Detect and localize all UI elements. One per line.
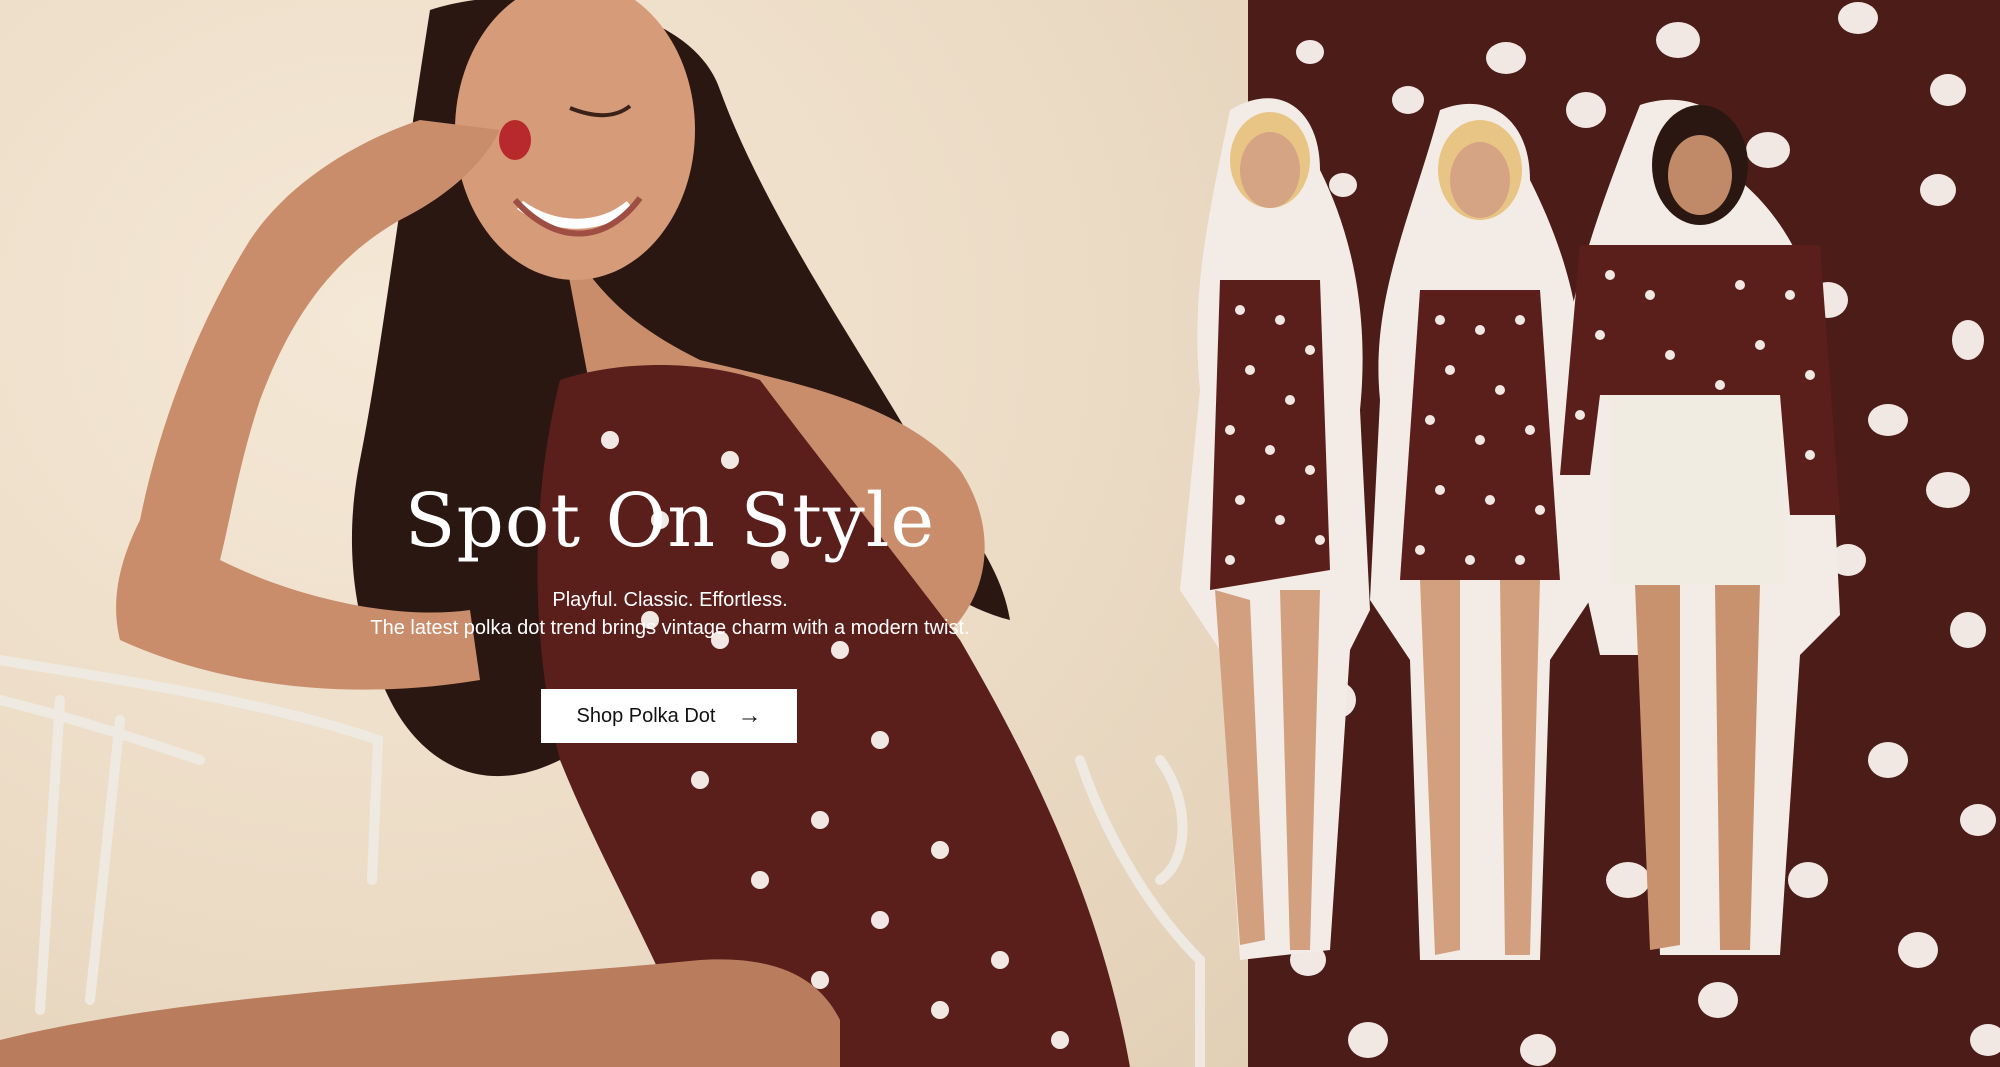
tagline-line-1: Playful. Classic. Effortless. bbox=[552, 589, 788, 611]
strawberry bbox=[499, 120, 531, 160]
cta-label: Shop Polka Dot bbox=[576, 704, 716, 727]
model-cutout-3 bbox=[1558, 99, 1840, 955]
hero-tagline: Playful. Classic. Effortless. The latest… bbox=[0, 586, 1340, 642]
hero-headline: Spot On Style bbox=[404, 478, 936, 564]
arrow-right-icon: → bbox=[737, 702, 762, 729]
tagline-line-2: The latest polka dot trend brings vintag… bbox=[370, 617, 970, 639]
shop-polka-dot-button[interactable]: Shop Polka Dot → bbox=[541, 689, 797, 743]
hero-banner: Spot On Style Playful. Classic. Effortle… bbox=[0, 0, 2000, 1067]
model-forearm bbox=[0, 959, 840, 1067]
